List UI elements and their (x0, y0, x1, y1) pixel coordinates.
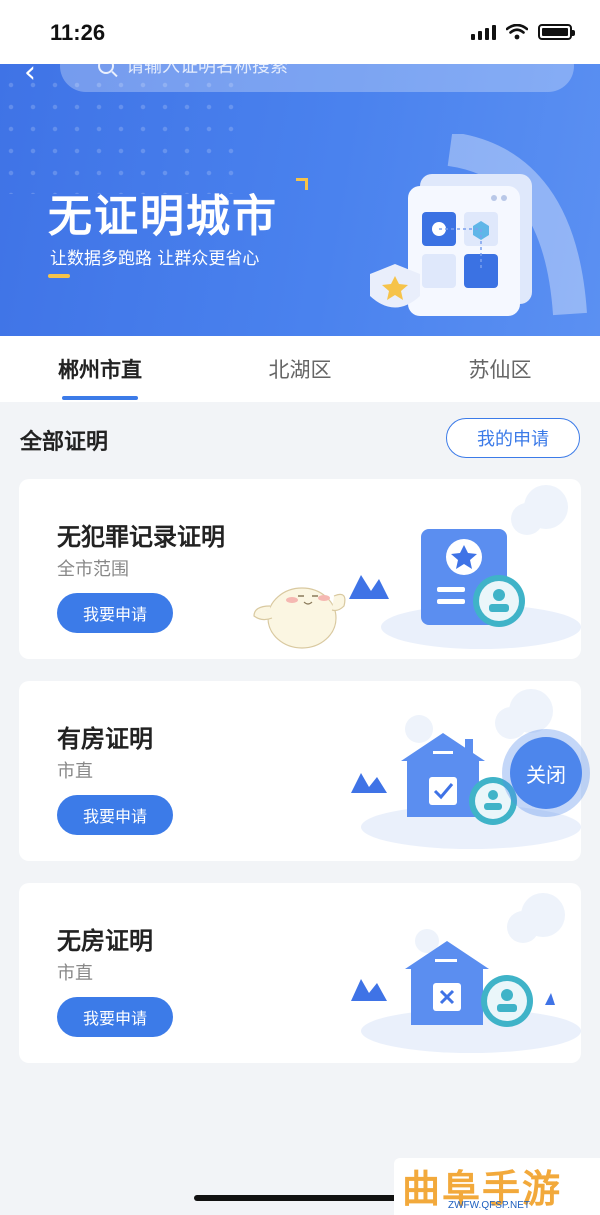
certificate-icon (349, 485, 581, 649)
card-title: 有房证明 (57, 725, 153, 753)
certificate-card[interactable]: 有房证明 市直 我要申请 (19, 681, 581, 861)
apply-button[interactable]: 我要申请 (57, 795, 173, 835)
card-title: 无犯罪记录证明 (57, 523, 225, 551)
card-scope: 市直 (57, 761, 93, 782)
wifi-icon (506, 24, 528, 40)
signal-icon (471, 24, 496, 40)
house-cross-icon (351, 893, 581, 1053)
close-label: 关闭 (510, 737, 582, 809)
home-indicator[interactable] (194, 1195, 406, 1201)
tab-label: 郴州市直 (58, 358, 142, 382)
status-bar: 11:26 (0, 0, 600, 64)
banner-accent-bar (48, 274, 70, 278)
region-tabs: 郴州市直 北湖区 苏仙区 (0, 336, 600, 402)
apply-button[interactable]: 我要申请 (57, 997, 173, 1037)
digital-document-illustration (370, 134, 587, 316)
floating-close-button[interactable]: 关闭 (502, 729, 590, 817)
status-icons (471, 24, 575, 40)
status-time: 11:26 (50, 20, 106, 45)
search-bar[interactable] (60, 64, 574, 92)
banner: ‹ 无证明城市 让数据多跑路 让群众更省心 (0, 64, 600, 336)
watermark: 曲阜手游网 ZWFW.QFSP.NET (394, 1158, 600, 1215)
apply-button[interactable]: 我要申请 (57, 593, 173, 633)
title-corner-mark (296, 178, 308, 190)
section-title: 全部证明 (20, 430, 109, 455)
tab-label: 苏仙区 (468, 358, 532, 382)
certificate-card[interactable]: 无房证明 市直 我要申请 (19, 883, 581, 1063)
card-scope: 市直 (57, 963, 93, 984)
card-title: 无房证明 (57, 927, 153, 955)
banner-subtitle: 让数据多跑路 让群众更省心 (50, 249, 260, 269)
tab-active-indicator (62, 396, 138, 400)
tab-suxian[interactable]: 苏仙区 (400, 336, 600, 402)
mascot-illustration (253, 587, 346, 649)
search-icon (98, 64, 114, 74)
tab-chenzhou[interactable]: 郴州市直 (0, 336, 200, 402)
tab-label: 北湖区 (268, 358, 332, 382)
back-icon[interactable]: ‹ (24, 64, 54, 88)
watermark-url: ZWFW.QFSP.NET (448, 1200, 531, 1211)
banner-dot-pattern (0, 74, 240, 194)
banner-title: 无证明城市 (48, 191, 278, 242)
search-input[interactable] (126, 64, 506, 77)
card-scope: 全市范围 (57, 559, 129, 580)
battery-icon (538, 24, 575, 40)
my-applications-button[interactable]: 我的申请 (446, 418, 580, 458)
tab-beihu[interactable]: 北湖区 (200, 336, 400, 402)
